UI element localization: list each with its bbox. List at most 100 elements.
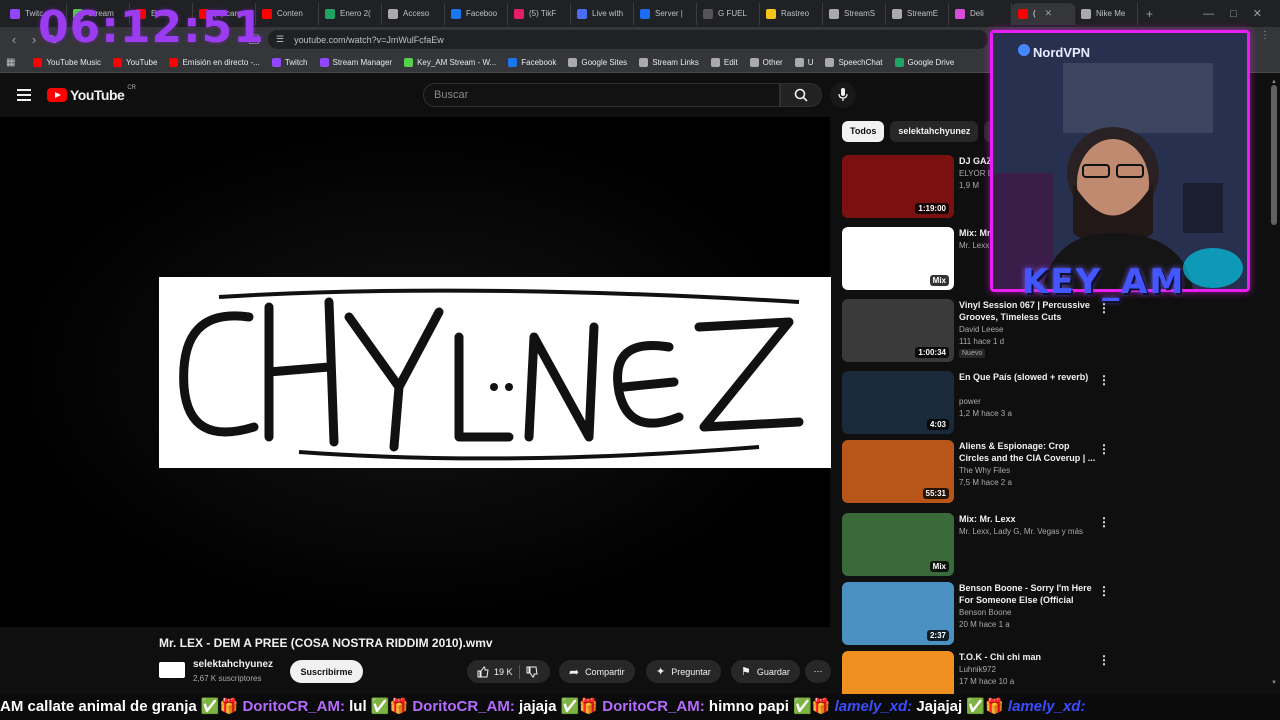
subscribe-button[interactable]: Suscribirme [290,660,363,683]
hamburger-menu-icon[interactable] [17,89,31,104]
filter-chip[interactable]: Todos [842,121,885,142]
bookmark-item[interactable]: SpeechChat [819,57,888,67]
apps-grid-icon[interactable]: ▦ [6,57,15,68]
video-channel[interactable]: Mr. Lexx, Lady G, Mr. Vegas y más [959,527,1083,536]
video-title[interactable]: Vinyl Session 067 | Percussive Grooves, … [959,299,1099,323]
channel-name[interactable]: selektahchyunez [193,659,273,670]
youtube-logo[interactable]: YouTube CR [47,85,136,103]
bookmark-item[interactable]: Stream Links [633,57,705,67]
recommended-video[interactable]: 2:37 Benson Boone - Sorry I'm Here For So… [842,582,1112,646]
close-window-icon[interactable]: ✕ [1253,7,1262,20]
video-thumbnail[interactable]: Mix [842,227,954,290]
page-scrollbar[interactable] [1271,85,1277,225]
thumbs-down-icon[interactable] [526,666,538,678]
more-options-icon[interactable]: ⋮ [1098,515,1110,529]
bookmark-item[interactable]: YouTube Music [27,57,107,67]
video-channel[interactable]: Luhnik972 [959,665,996,674]
chat-message: ✅🎁 DoritoCR_AM: lul [197,698,367,715]
video-channel[interactable]: ELYOR E [959,169,993,178]
scroll-down-icon[interactable]: ▼ [1271,680,1277,686]
tab-label: Enero 2( [340,9,371,18]
search-input[interactable]: Buscar [423,83,780,107]
video-title[interactable]: Mix: Mr. Lexx [959,513,1099,525]
tab-favicon-icon [1081,8,1091,19]
bookmark-item[interactable]: Other [744,57,789,67]
filter-chip[interactable]: selektahchyunez [890,121,979,142]
bookmark-item[interactable]: Facebook [502,57,562,67]
menu-kebab-icon[interactable]: ⋮ [1260,30,1270,41]
more-actions-button[interactable]: ⋯ [805,660,831,683]
browser-tab[interactable]: Faceboo [445,2,508,25]
minimize-icon[interactable]: — [1203,8,1214,20]
video-duration: 55:31 [922,488,949,499]
browser-tab[interactable]: (5) TikF [508,2,571,25]
bookmark-item[interactable]: Google Sites [562,57,633,67]
bookmark-item[interactable]: Google Drive [889,57,961,67]
new-tab-icon[interactable]: + [1146,7,1153,21]
browser-tab[interactable]: StreamE [886,2,949,25]
channel-avatar[interactable] [159,662,185,678]
browser-tab[interactable]: Acceso [382,2,445,25]
video-channel[interactable]: The Why Files [959,466,1010,475]
recommended-video[interactable]: Mix Mix: Mr. Lexx Mr. Lexx, Lady G, Mr. Ve… [842,513,1112,577]
chat-username: DoritoCR_AM: [602,698,705,715]
bookmark-item[interactable]: Edit [705,57,744,67]
more-options-icon[interactable]: ⋮ [1098,301,1110,315]
ask-button[interactable]: ✦ Preguntar [646,660,721,683]
video-channel[interactable]: power [959,397,981,406]
video-thumbnail[interactable]: 55:31 [842,440,954,503]
browser-tab[interactable]: Deli [949,2,1012,25]
video-thumbnail[interactable]: 2:37 [842,582,954,645]
video-title[interactable]: Aliens & Espionage: Crop Circles and the… [959,440,1099,464]
share-button[interactable]: ➦ Compartir [559,660,635,683]
more-options-icon[interactable]: ⋮ [1098,442,1110,456]
bookmark-item[interactable]: Emisión en directo -... [163,57,265,67]
video-title[interactable]: Benson Boone - Sorry I'm Here For Someon… [959,582,1099,606]
recommended-video[interactable]: 4:03 En Que País (slowed + reverb) power 1,… [842,371,1112,435]
chat-message: ✅🎁 DoritoCR_AM: jajaja [367,698,557,715]
bookmark-item[interactable]: Key_AM Stream - W... [398,57,502,67]
site-info-icon[interactable]: ☰ [276,34,284,45]
bookmark-item[interactable]: YouTube [107,57,163,67]
bookmark-item[interactable]: Stream Manager [314,57,399,67]
filter-chips: TodosselektahchyunezF [842,121,1006,142]
chat-username: lamely_xd: [1007,698,1086,715]
chat-badge-icon: ✅🎁 [962,698,1008,715]
url-bar[interactable]: ☰ youtube.com/watch?v=JmWulFcfaEw [268,30,988,49]
browser-tab[interactable]: StreamS [823,2,886,25]
more-options-icon[interactable]: ⋮ [1098,653,1110,667]
save-button[interactable]: ⚑ Guardar [731,660,800,683]
back-icon[interactable]: ‹ [4,32,24,47]
maximize-icon[interactable]: □ [1230,8,1237,20]
browser-tab[interactable]: Enero 2( [319,2,382,25]
video-channel[interactable]: Benson Boone [959,608,1012,617]
voice-search-button[interactable] [830,82,856,108]
bookmark-item[interactable]: Twitch [266,57,314,67]
bookmark-label: U [807,57,814,67]
search-button[interactable] [780,83,822,107]
video-thumbnail[interactable]: 1:00:34 [842,299,954,362]
video-thumbnail[interactable]: 1:19:00 [842,155,954,218]
more-options-icon[interactable]: ⋮ [1098,584,1110,598]
video-channel[interactable]: Mr. Lexx, [959,241,991,250]
recommended-video[interactable]: 55:31 Aliens & Espionage: Crop Circles an… [842,440,1112,504]
browser-tab[interactable]: Conten [256,2,319,25]
browser-tab[interactable]: Nike Me [1075,2,1138,25]
browser-tab[interactable]: Live with [571,2,634,25]
browser-tab[interactable]: Server | [634,2,697,25]
video-thumbnail[interactable]: 4:03 [842,371,954,434]
thumbs-up-icon [477,665,489,677]
bookmark-favicon-icon [710,57,720,67]
video-title[interactable]: En Que País (slowed + reverb) [959,371,1099,383]
recommended-video[interactable]: 1:00:34 Vinyl Session 067 | Percussive Gr… [842,299,1112,363]
like-button[interactable]: 19 K [477,665,513,678]
close-tab-icon[interactable]: ✕ [1045,8,1053,19]
browser-tab[interactable]: G FUEL [697,2,760,25]
more-options-icon[interactable]: ⋮ [1098,373,1110,387]
browser-tab[interactable]: (✕ [1012,2,1075,25]
video-thumbnail[interactable]: Mix [842,513,954,576]
video-channel[interactable]: David Leese [959,325,1003,334]
video-title[interactable]: T.O.K - Chi chi man [959,651,1099,663]
bookmark-item[interactable]: U [789,57,820,67]
browser-tab[interactable]: Rastreo [760,2,823,25]
